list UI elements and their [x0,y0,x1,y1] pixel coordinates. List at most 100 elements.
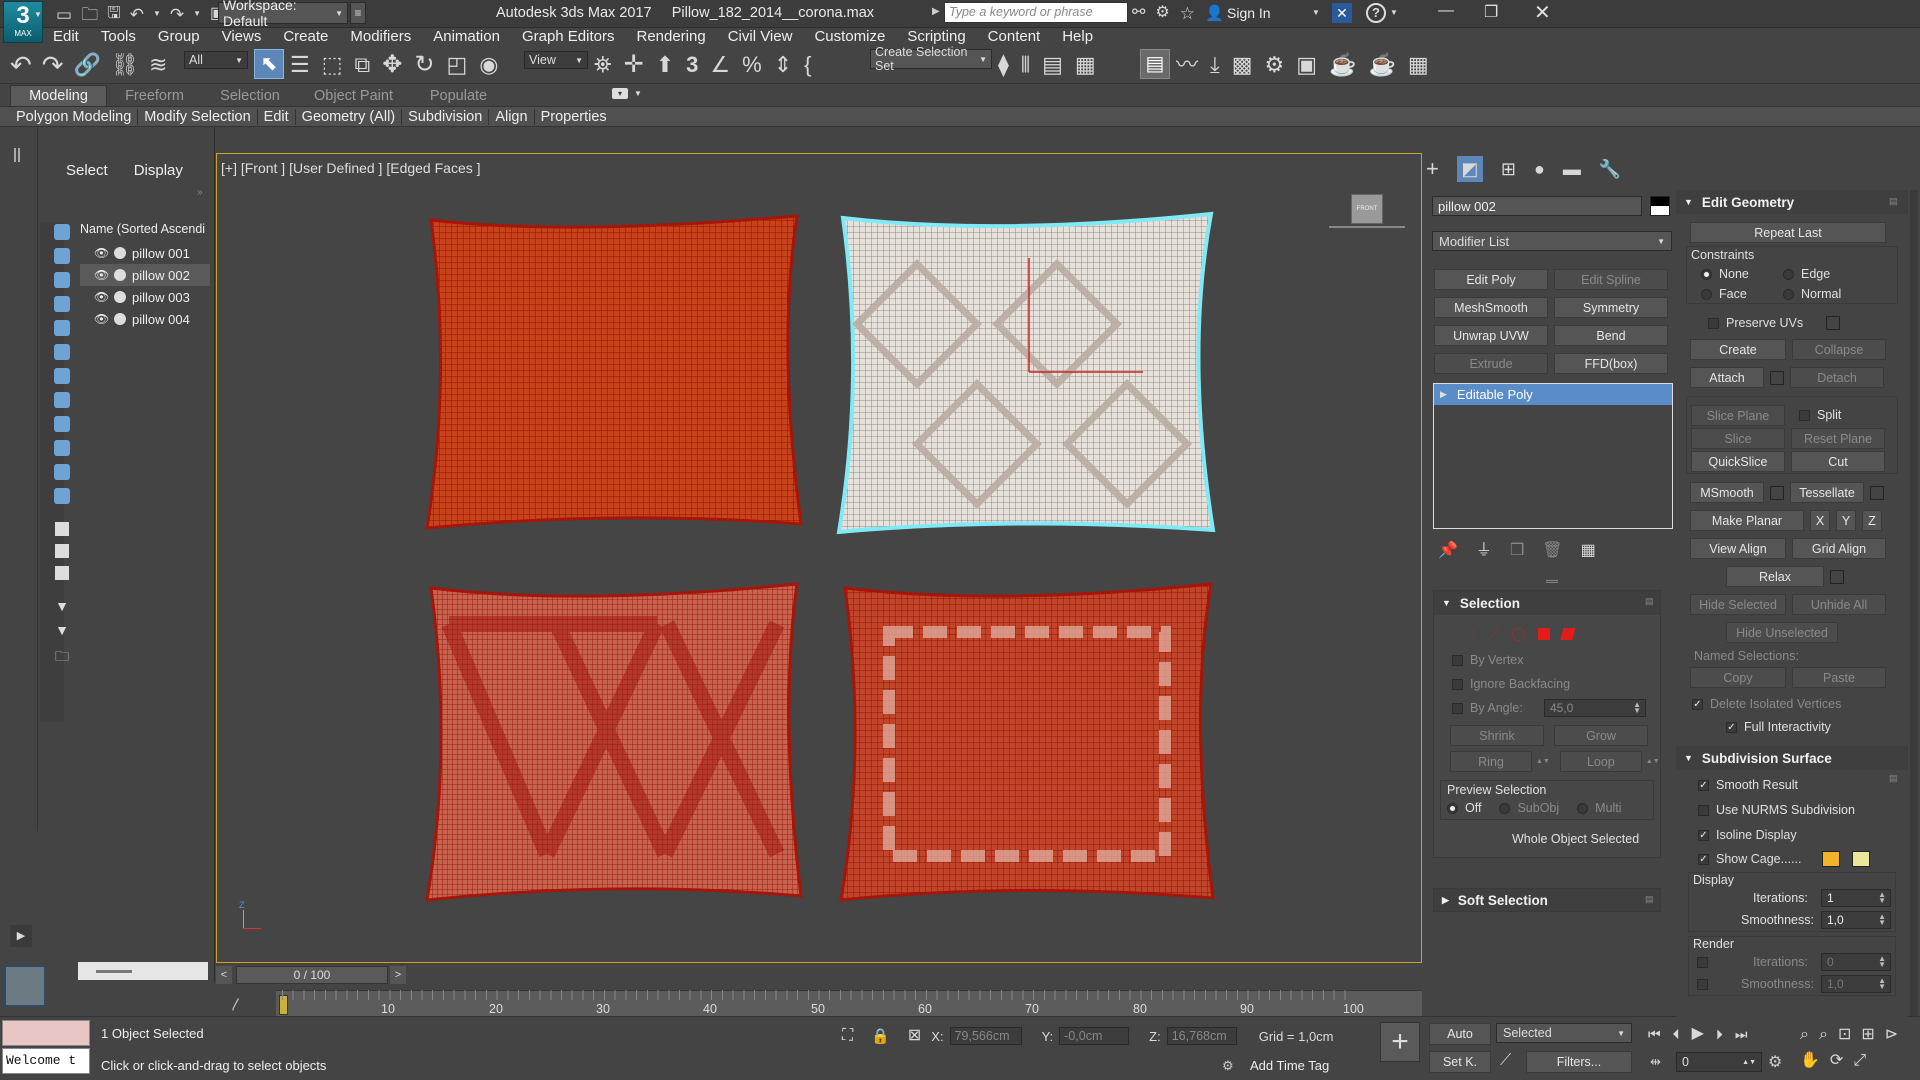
help-icon[interactable]: ? [1366,3,1386,23]
render-iterations-spinner[interactable]: 0 ▲ ▼ [1821,953,1891,971]
meshsmooth-button[interactable]: MeshSmooth [1434,297,1548,318]
rollout-pin-icon[interactable]: ▤ [1889,196,1898,207]
slice-plane-button[interactable]: Slice Plane [1691,405,1785,426]
display-smoothness-spinner[interactable]: 1,0 ▲ ▼ [1821,911,1891,929]
rollout-pin-icon[interactable]: ▤ [1645,894,1654,905]
user-icon[interactable]: 👤 [1205,6,1224,21]
pillow-002[interactable] [836,211,1216,535]
menu-customize[interactable]: Customize [803,28,896,45]
menu-tools[interactable]: Tools [90,28,147,45]
polygon-mode-icon[interactable] [1537,628,1550,640]
pillow-001[interactable] [425,214,803,530]
split-checkbox[interactable] [1799,409,1810,421]
render-setup-icon[interactable]: ⚙ [1265,54,1285,76]
snaps-toggle-icon[interactable]: 3 [686,54,698,76]
viewport[interactable]: [+] [Front ] [User Defined ] [Edged Face… [216,153,1422,963]
place-icon[interactable]: ◉ [479,54,498,76]
restore-button[interactable]: ❐ [1484,2,1498,22]
bend-button[interactable]: Bend [1554,325,1668,346]
zoom-extents-all-icon[interactable]: ⊞ [1861,1027,1874,1043]
visibility-eye-icon[interactable]: 👁 [94,290,110,304]
menu-help[interactable]: Help [1051,28,1104,45]
display-helpers-icon[interactable] [54,320,70,336]
current-frame-field[interactable]: 0 ▲▼ [1676,1052,1762,1072]
window-crossing-icon[interactable]: ⧉ [355,54,371,76]
stack-item-editable-poly[interactable]: ▶ Editable Poly [1434,384,1672,405]
by-vertex-checkbox[interactable] [1452,654,1463,666]
vertex-mode-icon[interactable]: ⁘ [1468,627,1478,641]
edit-poly-button[interactable]: Edit Poly [1434,269,1548,290]
edge-mode-icon[interactable]: ⟋ [1490,626,1499,642]
rotate-icon[interactable]: ↻ [414,53,434,77]
constraint-edge-radio[interactable] [1783,268,1794,280]
named-selection-dropdown[interactable]: Create Selection Set ▼ [870,45,992,73]
display-xrefs-icon[interactable] [54,392,70,408]
hide-selected-button[interactable]: Hide Selected [1690,594,1786,615]
menu-graph-editors[interactable]: Graph Editors [511,28,626,45]
tessellate-settings-button[interactable] [1870,485,1884,500]
pan-view-icon[interactable]: ✋ [1800,1053,1820,1069]
visibility-eye-icon[interactable]: 👁 [94,268,110,282]
constraint-face-radio[interactable] [1701,288,1712,300]
menu-views[interactable]: Views [211,28,273,45]
subscription-icon[interactable]: ⚙ [1155,5,1169,21]
list-item-selected[interactable]: 👁 pillow 002 [80,264,210,286]
ffd-box-button[interactable]: FFD(box) [1554,353,1668,374]
scene-explorer-icon[interactable]: ▤ [1042,54,1063,76]
secondary-panel-scrollbar[interactable] [1910,190,1918,1016]
curve-editor-toggle-icon[interactable]: 〳 [230,994,243,1013]
configure-modifier-sets-icon[interactable]: ▦ [1581,543,1596,559]
preserve-uvs-checkbox[interactable] [1708,317,1719,329]
unwrap-uvw-button[interactable]: Unwrap UVW [1434,325,1548,346]
reference-coord-dropdown[interactable]: View ▼ [524,51,588,69]
move-icon[interactable]: ✥ [382,53,402,77]
collapse-strip-icon[interactable]: ▶ [10,925,32,947]
menu-modifiers[interactable]: Modifiers [339,28,422,45]
close-window-button[interactable]: ✕ [1534,0,1551,25]
select-object-button[interactable]: ⬉ [254,49,284,79]
search-arrow-icon[interactable]: ▶ [932,6,940,17]
x-coordinate-field[interactable]: 79,566cm [949,1027,1022,1045]
spinner-snap-icon[interactable]: ⇕ [774,54,792,76]
schematic-view-icon[interactable]: ⤓ [1210,54,1220,76]
redo-dropdown-icon[interactable]: ▼ [193,10,201,18]
render-smoothness-spinner[interactable]: 1,0 ▲ ▼ [1821,975,1891,993]
collapse-button[interactable]: Collapse [1792,339,1886,360]
repeat-last-button[interactable]: Repeat Last [1690,222,1886,243]
menu-create[interactable]: Create [272,28,339,45]
quickslice-button[interactable]: QuickSlice [1691,451,1785,472]
layer-explorer-icon[interactable]: ▦ [1075,54,1096,76]
pin-stack-icon[interactable]: 📌 [1438,543,1458,559]
object-color-swatch[interactable] [1650,196,1670,216]
add-time-tag[interactable]: Add Time Tag [1250,1058,1329,1073]
isolate-selection-icon[interactable]: ⛶ [842,1028,853,1044]
percent-snap-icon[interactable]: % [742,54,762,76]
attach-list-button[interactable] [1770,370,1784,385]
material-editor-icon[interactable]: ▩ [1232,54,1253,76]
show-cage-checkbox[interactable]: ✓ [1698,853,1709,865]
maxscript-mini-listener-pink[interactable] [2,1020,90,1046]
ribbon-options-dropdown-icon[interactable]: ▼ [634,89,642,98]
constraint-normal-radio[interactable] [1783,288,1794,300]
display-all-icon[interactable] [55,522,69,536]
spinner-arrows-icon[interactable]: ▲ ▼ [1878,955,1886,969]
zoom-all-icon[interactable]: ⌕ [1819,1027,1828,1043]
menu-civil-view[interactable]: Civil View [717,28,804,45]
tessellate-button[interactable]: Tessellate [1790,482,1864,503]
y-coordinate-field[interactable]: -0,0cm [1059,1027,1130,1045]
render-iterative-icon[interactable]: ☕ [1368,54,1395,76]
unlink-icon[interactable]: ⛓ [111,54,139,76]
attach-button[interactable]: Attach [1690,367,1764,388]
time-configuration-icon[interactable]: ⚙ [1768,1052,1782,1072]
undo-tool-icon[interactable]: ↶ [10,52,32,78]
key-filter-dropdown[interactable]: Selected ▼ [1496,1023,1632,1043]
ribbon-tab-selection[interactable]: Selection [202,86,298,106]
shrink-button[interactable]: Shrink [1450,725,1544,746]
loop-spinner-icon[interactable]: ▲▼ [1646,758,1660,765]
border-mode-icon[interactable]: ◯ [1511,626,1526,642]
set-key-button[interactable]: Set K. [1429,1051,1491,1073]
relax-settings-button[interactable] [1830,569,1844,584]
preserve-uvs-settings-button[interactable] [1826,316,1840,330]
field-of-view-icon[interactable]: ⊳ [1885,1027,1898,1043]
element-mode-icon[interactable] [1560,628,1576,640]
